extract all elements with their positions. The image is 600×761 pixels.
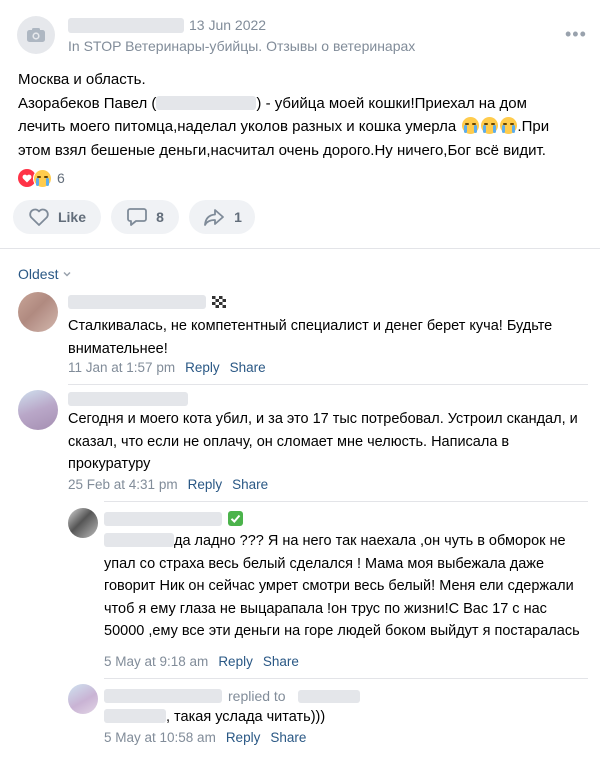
commenter-name-redacted[interactable]: [104, 512, 222, 526]
share-button[interactable]: 1: [189, 200, 255, 234]
share-link[interactable]: Share: [232, 477, 268, 492]
share-link[interactable]: Share: [230, 360, 266, 375]
post-text-line: Москва и область.: [18, 71, 146, 88]
sort-dropdown[interactable]: Oldest: [18, 266, 72, 282]
share-link[interactable]: Share: [270, 730, 306, 745]
reactions-summary[interactable]: 6: [18, 168, 65, 188]
reply-text: да ладно ??? Я на него так наехала ,он ч…: [104, 533, 580, 639]
cry-emoji-icon: [481, 117, 499, 134]
avatar[interactable]: [68, 508, 98, 538]
reply-text: , такая услада читать))): [104, 706, 588, 729]
comment-date[interactable]: 25 Feb at 4:31 pm: [68, 477, 178, 492]
group-prefix: In: [68, 38, 80, 54]
comments-button[interactable]: 8: [111, 200, 179, 234]
reply-link[interactable]: Reply: [226, 730, 261, 745]
replied-to-label: replied to: [228, 688, 286, 704]
group-line: In STOP Ветеринары-убийцы. Отзывы о вете…: [68, 38, 415, 54]
camera-icon: [27, 28, 45, 42]
commenter-name-redacted[interactable]: [104, 689, 222, 703]
share-link[interactable]: Share: [263, 654, 299, 669]
share-icon: [204, 209, 224, 226]
comment-meta: 5 May at 10:58 am Reply Share: [104, 730, 306, 745]
replied-to-name-redacted[interactable]: [298, 690, 360, 703]
divider: [0, 248, 600, 249]
comment-separator: [104, 501, 588, 502]
comment-date[interactable]: 11 Jan at 1:57 pm: [68, 360, 175, 375]
more-icon[interactable]: •••: [565, 24, 587, 45]
group-avatar[interactable]: [17, 16, 55, 54]
comment-date[interactable]: 5 May at 10:58 am: [104, 730, 216, 745]
comment-text: Сталкивалась, не компетентный специалист…: [68, 318, 553, 357]
comment-meta: 11 Jan at 1:57 pm Reply Share: [68, 360, 266, 375]
cry-emoji-icon: [500, 117, 518, 134]
avatar[interactable]: [18, 292, 58, 332]
group-link[interactable]: STOP Ветеринары-убийцы. Отзывы о ветерин…: [84, 38, 416, 54]
like-label: Like: [57, 209, 86, 225]
chevron-down-icon: [63, 271, 71, 277]
commenter-name-redacted[interactable]: [68, 295, 206, 309]
comment-text: Сегодня и моего кота убил, и за это 17 т…: [68, 411, 578, 472]
comment-icon: [127, 208, 147, 226]
reply-link[interactable]: Reply: [218, 654, 253, 669]
comment-date[interactable]: 5 May at 9:18 am: [104, 654, 208, 669]
comment-separator: [68, 384, 588, 385]
reply-link[interactable]: Reply: [185, 360, 220, 375]
shares-count: 1: [234, 209, 242, 225]
author-name-redacted[interactable]: [68, 18, 184, 33]
cry-emoji-icon: [462, 117, 480, 134]
comment-separator: [104, 678, 588, 679]
post-text-line: Азорабеков Павел () - убийца моей кошки!…: [18, 94, 527, 112]
commenter-name-redacted[interactable]: [68, 392, 188, 406]
post-text-line: этом взял бешеные деньги,насчитал очень …: [18, 141, 546, 159]
comments-count: 8: [156, 209, 164, 225]
reply-link[interactable]: Reply: [188, 477, 223, 492]
post-date[interactable]: 13 Jun 2022: [189, 17, 266, 33]
redacted-text: [156, 95, 257, 110]
sort-label: Oldest: [18, 266, 59, 282]
reaction-count: 6: [57, 170, 65, 186]
like-icon: [29, 208, 49, 226]
post-text: Москва и область. Азорабеков Павел () - …: [18, 68, 578, 162]
checkered-flag-icon: [212, 296, 226, 308]
avatar[interactable]: [68, 684, 98, 714]
cry-emoji-icon: [33, 168, 52, 188]
post-text-line: лечить моего питомца,наделал уколов разн…: [18, 117, 550, 135]
verified-check-icon: [228, 511, 243, 526]
mention-redacted[interactable]: [104, 533, 174, 547]
like-button[interactable]: Like: [13, 200, 101, 234]
avatar[interactable]: [18, 390, 58, 430]
mention-redacted[interactable]: [104, 709, 166, 723]
comment-meta: 5 May at 9:18 am Reply Share: [104, 654, 299, 669]
comment-meta: 25 Feb at 4:31 pm Reply Share: [68, 477, 268, 492]
